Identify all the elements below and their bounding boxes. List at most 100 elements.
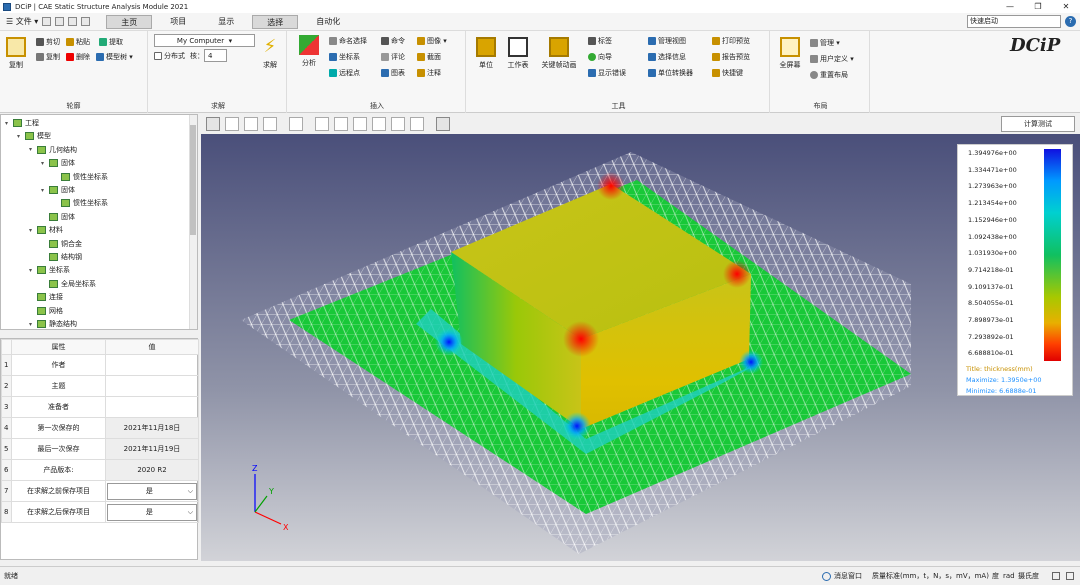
view-front-icon[interactable] xyxy=(315,117,329,131)
view-back-icon[interactable] xyxy=(334,117,348,131)
minimize-button[interactable]: — xyxy=(996,0,1024,13)
expand-toggle-icon[interactable]: ▾ xyxy=(29,267,37,274)
wizard-button[interactable]: 向导 xyxy=(588,52,612,62)
expand-toggle-icon[interactable]: ▾ xyxy=(29,227,37,234)
view-bottom-icon[interactable] xyxy=(372,117,386,131)
shortcut-button[interactable]: 快捷键 xyxy=(712,68,743,78)
expand-toggle-icon[interactable]: ▾ xyxy=(29,146,37,153)
tab-display[interactable]: 显示 xyxy=(204,15,248,29)
tree-node[interactable]: 连接 xyxy=(29,291,63,303)
maximize-button[interactable]: ❐ xyxy=(1024,0,1052,13)
tree-node[interactable]: ▾ 固体 xyxy=(41,157,75,169)
named-selection-button[interactable]: 命名选择 xyxy=(329,36,367,46)
user-defined-button[interactable]: 用户定义 ▾ xyxy=(810,54,854,64)
open-icon[interactable] xyxy=(55,17,65,26)
comment-button[interactable]: 评论 xyxy=(381,52,405,62)
quick-launch-input[interactable]: 快速启动 xyxy=(967,15,1061,28)
duplicate-button[interactable]: 复制 xyxy=(36,52,60,62)
section-button[interactable]: 截面 xyxy=(417,52,441,62)
undo-icon[interactable] xyxy=(81,17,91,26)
rad-unit[interactable]: rad xyxy=(1003,572,1015,580)
tree-node[interactable]: 惯性坐标系 xyxy=(53,197,108,209)
view-right-icon[interactable] xyxy=(410,117,424,131)
tree-node[interactable]: 固体 xyxy=(41,211,75,223)
show-error-button[interactable]: 显示错误 xyxy=(588,68,626,78)
keyframe-button[interactable]: 关键帧动画 xyxy=(538,37,580,70)
tree-node[interactable]: 全局坐标系 xyxy=(41,278,96,290)
fullscreen-button[interactable]: 全屏幕 xyxy=(776,37,804,70)
help-icon[interactable]: ? xyxy=(1065,16,1076,27)
reset-layout-button[interactable]: 重置布局 xyxy=(810,70,848,80)
manage-button[interactable]: 管理 ▾ xyxy=(810,38,840,48)
tab-home[interactable]: 主页 xyxy=(106,14,153,29)
tree-node[interactable]: ▾ 工程 xyxy=(5,117,39,129)
copy-big-button[interactable]: 复制 xyxy=(4,37,28,70)
report-preview-button[interactable]: 报告预览 xyxy=(712,52,750,62)
unit-converter-button[interactable]: 单位转换器 xyxy=(648,68,693,78)
unit-system[interactable]: 质量标准(mm，t，N，s，mV，mA) xyxy=(872,571,989,581)
distributed-checkbox[interactable]: 分布式 xyxy=(154,51,185,61)
temp-unit[interactable]: 摄氏度 xyxy=(1018,571,1039,581)
cut-button[interactable]: 剪切 xyxy=(36,37,60,47)
save-icon[interactable] xyxy=(68,17,78,26)
tree-node[interactable]: 铜合金 xyxy=(41,238,82,250)
fit-view-icon[interactable] xyxy=(289,117,303,131)
tree-node[interactable]: ▾ 静态结构 xyxy=(29,318,77,329)
angle-unit[interactable]: 度 xyxy=(992,571,999,581)
file-menu[interactable]: ☰ 文件 ▾ xyxy=(6,16,38,27)
model-tree-button[interactable]: 模型树 ▾ xyxy=(96,52,133,62)
tree-node[interactable]: ▾ 材料 xyxy=(29,224,63,236)
command-button[interactable]: 命令 xyxy=(381,36,405,46)
messages-button[interactable]: 消息窗口 xyxy=(822,571,862,581)
chart-button[interactable]: 图表 xyxy=(381,68,405,78)
tab-select[interactable]: 选择 xyxy=(252,14,299,29)
tree-node[interactable]: 惯性坐标系 xyxy=(53,171,108,183)
prop-value-select[interactable]: 是 ⌵ xyxy=(107,482,197,500)
expand-toggle-icon[interactable]: ▾ xyxy=(17,133,25,140)
3d-viewport[interactable]: Z Y X xyxy=(201,134,1080,561)
close-button[interactable]: ✕ xyxy=(1052,0,1080,13)
tree-node[interactable]: ▾ 几何结构 xyxy=(29,144,77,156)
tab-project[interactable]: 项目 xyxy=(156,15,200,29)
tree-node[interactable]: ▾ 固体 xyxy=(41,184,75,196)
calc-test-button[interactable]: 计算测试 xyxy=(1001,116,1075,132)
select-mode-icon[interactable] xyxy=(206,117,220,131)
solve-button[interactable]: ⚡ 求解 xyxy=(258,37,282,70)
expand-toggle-icon[interactable]: ▾ xyxy=(29,321,37,328)
computer-select[interactable]: My Computer ▾ xyxy=(154,34,255,47)
light-icon[interactable] xyxy=(436,117,450,131)
tab-automation[interactable]: 自动化 xyxy=(302,15,354,29)
tree-scrollbar[interactable] xyxy=(189,115,197,329)
coord-system-button[interactable]: 坐标系 xyxy=(329,52,360,62)
layout-icon[interactable] xyxy=(1052,572,1060,580)
cores-input[interactable]: 4 xyxy=(204,49,227,62)
tree-scroll-thumb[interactable] xyxy=(190,125,196,235)
extract-button[interactable]: 提取 xyxy=(99,37,123,47)
view-left-icon[interactable] xyxy=(391,117,405,131)
units-button[interactable]: 单位 xyxy=(472,37,500,70)
expand-toggle-icon[interactable]: ▾ xyxy=(5,120,13,127)
layout-icon[interactable] xyxy=(1066,572,1074,580)
expand-toggle-icon[interactable]: ▾ xyxy=(41,187,49,194)
view-top-icon[interactable] xyxy=(353,117,367,131)
expand-toggle-icon[interactable]: ▾ xyxy=(41,160,49,167)
analysis-button[interactable]: 分析 xyxy=(295,35,323,68)
pan-icon[interactable] xyxy=(244,117,258,131)
rotate-icon[interactable] xyxy=(225,117,239,131)
prop-value-select[interactable]: 是 ⌵ xyxy=(107,503,197,521)
image-button[interactable]: 图像 ▾ xyxy=(417,36,447,46)
remote-point-button[interactable]: 远程点 xyxy=(329,68,360,78)
zoom-icon[interactable] xyxy=(263,117,277,131)
manage-view-button[interactable]: 管理视图 xyxy=(648,36,686,46)
tag-button[interactable]: 标签 xyxy=(588,36,612,46)
paste-button[interactable]: 粘贴 xyxy=(66,37,90,47)
tree-node[interactable]: ▾ 模型 xyxy=(17,130,51,142)
tree-node[interactable]: 结构钢 xyxy=(41,251,82,263)
selection-info-button[interactable]: 选择信息 xyxy=(648,52,686,62)
tree-node[interactable]: ▾ 坐标系 xyxy=(29,264,70,276)
worksheet-button[interactable]: 工作表 xyxy=(504,37,532,70)
new-icon[interactable] xyxy=(42,17,52,26)
annotation-button[interactable]: 注释 xyxy=(417,68,441,78)
tree-node[interactable]: 网格 xyxy=(29,305,63,317)
print-preview-button[interactable]: 打印预览 xyxy=(712,36,750,46)
